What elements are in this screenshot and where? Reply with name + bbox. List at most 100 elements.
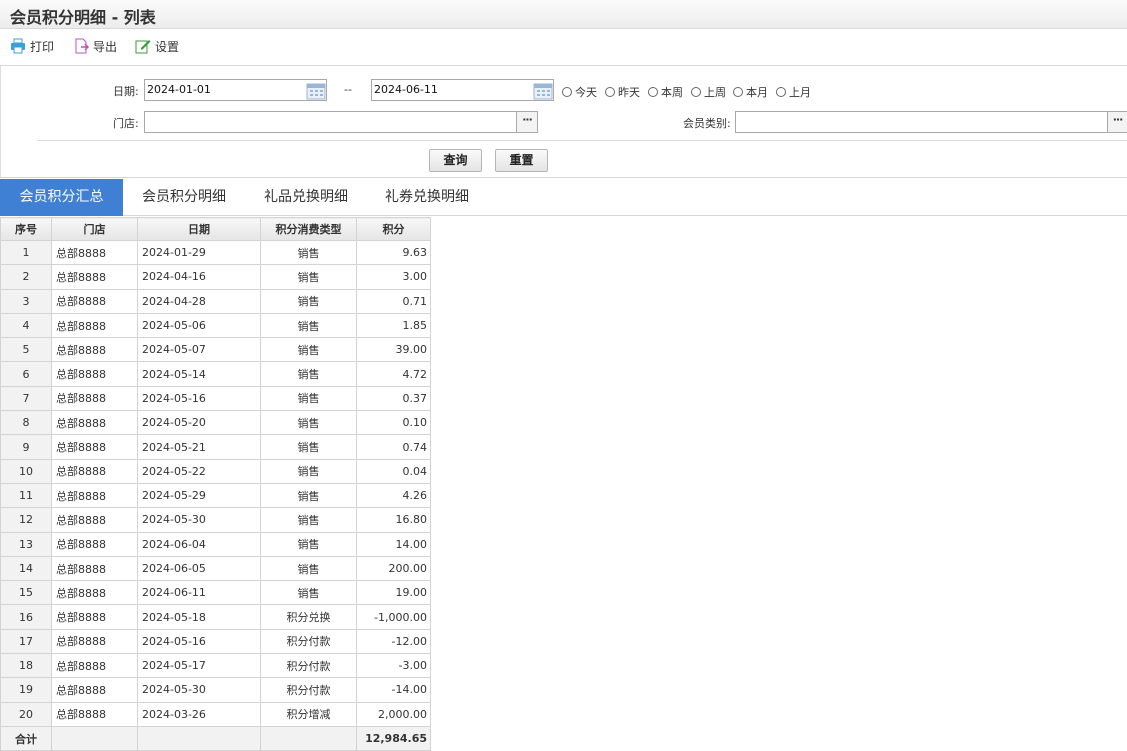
- table-cell: 总部8888: [51, 580, 138, 606]
- table-cell: 总部8888: [51, 410, 138, 436]
- table-cell: -1,000.00: [356, 604, 431, 630]
- tab-points-summary[interactable]: 会员积分汇总: [0, 179, 123, 216]
- table-cell: 2024-05-18: [137, 604, 261, 630]
- table-row[interactable]: 8 总部8888 2024-05-20 销售 0.10: [0, 410, 431, 436]
- total-label: 合计: [0, 725, 52, 751]
- table-cell: 18: [0, 653, 52, 679]
- table-cell: 2024-05-16: [137, 628, 261, 655]
- table-cell: 总部8888: [51, 312, 138, 339]
- table-row[interactable]: 9 总部8888 2024-05-21 销售 0.74: [0, 434, 431, 460]
- radio-this-month[interactable]: 本月: [733, 84, 768, 100]
- table-row[interactable]: 4 总部8888 2024-05-06 销售 1.85: [0, 312, 431, 339]
- date-from-input[interactable]: 2024-01-01: [144, 79, 327, 101]
- table-row[interactable]: 2 总部8888 2024-04-16 销售 3.00: [0, 264, 431, 290]
- store-input[interactable]: [144, 111, 517, 133]
- table-cell: 12: [0, 507, 52, 533]
- column-header[interactable]: 积分消费类型: [260, 217, 357, 241]
- table-cell: 2024-03-26: [137, 701, 261, 727]
- table-row[interactable]: 13 总部8888 2024-06-04 销售 14.00: [0, 531, 431, 557]
- table-row[interactable]: 18 总部8888 2024-05-17 积分付款 -3.00: [0, 653, 431, 679]
- table-cell: 10: [0, 458, 52, 484]
- column-header[interactable]: 门店: [51, 217, 138, 241]
- table-row[interactable]: 19 总部8888 2024-05-30 积分付款 -14.00: [0, 677, 431, 703]
- table-cell: 2024-05-06: [137, 312, 261, 339]
- print-button[interactable]: 打印: [10, 37, 54, 55]
- table-cell: 3: [0, 288, 52, 314]
- table-row[interactable]: 17 总部8888 2024-05-16 积分付款 -12.00: [0, 628, 431, 655]
- table-cell: 14: [0, 555, 52, 582]
- date-to-value: 2024-06-11: [374, 83, 438, 96]
- table-cell: 总部8888: [51, 531, 138, 557]
- radio-circle[interactable]: [605, 87, 615, 97]
- radio-circle[interactable]: [648, 87, 658, 97]
- table-cell: 0.04: [356, 458, 431, 484]
- radio-circle[interactable]: [691, 87, 701, 97]
- table-row[interactable]: 7 总部8888 2024-05-16 销售 0.37: [0, 385, 431, 412]
- radio-this-week[interactable]: 本周: [648, 84, 683, 100]
- radio-yesterday[interactable]: 昨天: [605, 84, 640, 100]
- radio-today[interactable]: 今天: [562, 84, 597, 100]
- table-cell: 200.00: [356, 555, 431, 582]
- table-row[interactable]: 5 总部8888 2024-05-07 销售 39.00: [0, 337, 431, 363]
- table-cell: 销售: [260, 482, 357, 509]
- table-cell: 3.00: [356, 264, 431, 290]
- table-cell: 销售: [260, 385, 357, 412]
- member-type-picker-button[interactable]: ···: [1107, 111, 1127, 133]
- member-type-input[interactable]: [735, 111, 1108, 133]
- table-cell: 积分兑换: [260, 604, 357, 630]
- table-cell: 总部8888: [51, 482, 138, 509]
- reset-button[interactable]: 重置: [495, 149, 548, 172]
- table-row[interactable]: 14 总部8888 2024-06-05 销售 200.00: [0, 555, 431, 582]
- store-picker-button[interactable]: ···: [516, 111, 538, 133]
- table-cell: 总部8888: [51, 264, 138, 290]
- table-row[interactable]: 6 总部8888 2024-05-14 销售 4.72: [0, 361, 431, 387]
- radio-circle[interactable]: [776, 87, 786, 97]
- table-cell: 8: [0, 410, 52, 436]
- column-header[interactable]: 日期: [137, 217, 261, 241]
- export-button[interactable]: 导出: [73, 37, 117, 55]
- edit-settings-icon: [135, 38, 151, 54]
- store-label: 门店:: [113, 117, 139, 130]
- tab-bar: 会员积分汇总 会员积分明细 礼品兑换明细 礼券兑换明细: [0, 179, 1127, 216]
- date-to-input[interactable]: 2024-06-11: [371, 79, 554, 101]
- table-cell: 2024-05-30: [137, 507, 261, 533]
- query-button[interactable]: 查询: [429, 149, 482, 172]
- table-cell: -14.00: [356, 677, 431, 703]
- tab-coupon-exchange[interactable]: 礼券兑换明细: [371, 179, 483, 216]
- date-from-value: 2024-01-01: [147, 83, 211, 96]
- table-cell: 销售: [260, 239, 357, 266]
- radio-circle[interactable]: [562, 87, 572, 97]
- calendar-icon[interactable]: [533, 82, 553, 100]
- radio-last-month[interactable]: 上月: [776, 84, 811, 100]
- table-row[interactable]: 11 总部8888 2024-05-29 销售 4.26: [0, 482, 431, 509]
- column-header[interactable]: 序号: [0, 217, 52, 241]
- table-cell: 0.71: [356, 288, 431, 314]
- radio-circle[interactable]: [733, 87, 743, 97]
- table-row[interactable]: 12 总部8888 2024-05-30 销售 16.80: [0, 507, 431, 533]
- printer-icon: [10, 38, 26, 54]
- table-cell: 1.85: [356, 312, 431, 339]
- table-row[interactable]: 10 总部8888 2024-05-22 销售 0.04: [0, 458, 431, 484]
- table-cell: 0.10: [356, 410, 431, 436]
- calendar-icon[interactable]: [306, 82, 326, 100]
- total-row: 合计 12,984.65: [0, 725, 431, 751]
- table-row[interactable]: 3 总部8888 2024-04-28 销售 0.71: [0, 288, 431, 314]
- column-header[interactable]: 积分: [356, 217, 431, 241]
- tab-points-detail[interactable]: 会员积分明细: [128, 179, 240, 216]
- table-cell: 0.37: [356, 385, 431, 412]
- radio-label: 本月: [746, 86, 768, 99]
- tab-gift-exchange[interactable]: 礼品兑换明细: [250, 179, 362, 216]
- table-row[interactable]: 1 总部8888 2024-01-29 销售 9.63: [0, 239, 431, 266]
- table-row[interactable]: 15 总部8888 2024-06-11 销售 19.00: [0, 580, 431, 606]
- table-cell: 16.80: [356, 507, 431, 533]
- table-cell: 2024-05-14: [137, 361, 261, 387]
- settings-button[interactable]: 设置: [135, 37, 179, 55]
- table-row[interactable]: 20 总部8888 2024-03-26 积分增减 2,000.00: [0, 701, 431, 727]
- radio-last-week[interactable]: 上周: [691, 84, 726, 100]
- table-cell: 总部8888: [51, 507, 138, 533]
- table-row[interactable]: 16 总部8888 2024-05-18 积分兑换 -1,000.00: [0, 604, 431, 630]
- total-value: 12,984.65: [356, 725, 431, 751]
- table-cell: 销售: [260, 580, 357, 606]
- table-cell: 积分付款: [260, 628, 357, 655]
- table-cell: [260, 725, 357, 751]
